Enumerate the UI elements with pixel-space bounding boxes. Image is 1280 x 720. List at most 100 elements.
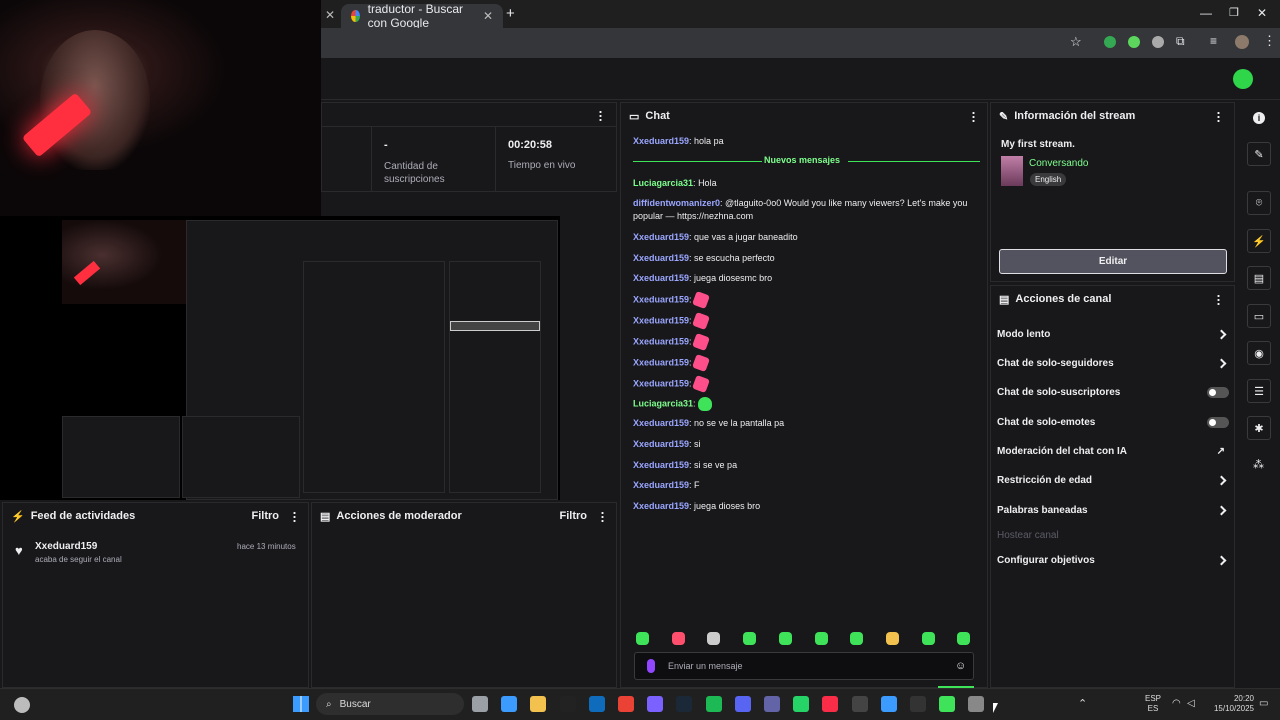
browser-icon[interactable] bbox=[880, 696, 897, 712]
close-window-icon[interactable]: ✕ bbox=[1257, 6, 1267, 20]
emote-icon[interactable] bbox=[921, 632, 935, 645]
feed-filter-button[interactable]: Filtro bbox=[252, 510, 280, 522]
emote-icon[interactable] bbox=[707, 632, 721, 645]
chat-menu-icon[interactable] bbox=[972, 110, 975, 122]
heart-emote-icon[interactable] bbox=[692, 312, 711, 330]
outlook-icon[interactable] bbox=[588, 696, 605, 712]
add-action-icon[interactable]: ⁂ bbox=[1253, 458, 1264, 471]
new-tab-button[interactable]: + bbox=[506, 5, 515, 22]
media-control-icon[interactable]: ≡ bbox=[1210, 34, 1217, 48]
wifi-icon[interactable]: ◠ bbox=[1172, 698, 1181, 709]
stream-category[interactable]: Conversando bbox=[1029, 158, 1088, 169]
chat-username[interactable]: Luciagarcia31 bbox=[633, 398, 693, 408]
microphone-icon[interactable] bbox=[647, 659, 655, 673]
steam-icon[interactable] bbox=[676, 696, 693, 712]
chat-username[interactable]: Xxeduard159 bbox=[633, 501, 689, 511]
music-icon[interactable] bbox=[822, 696, 839, 712]
teams-icon[interactable] bbox=[764, 696, 780, 712]
user-avatar[interactable] bbox=[1233, 69, 1253, 89]
channel-action-item[interactable]: Chat de solo-seguidores bbox=[997, 353, 1229, 373]
close-tab-icon[interactable]: ✕ bbox=[483, 9, 493, 23]
profile-avatar[interactable] bbox=[1235, 35, 1249, 49]
clip-quick-action[interactable]: ⌾ bbox=[1247, 191, 1271, 215]
channel-action-item[interactable]: Modo lento bbox=[997, 324, 1229, 344]
extensions-puzzle-icon[interactable]: ⧉ bbox=[1176, 34, 1185, 49]
chrome-icon[interactable] bbox=[618, 696, 634, 712]
toggle-switch[interactable] bbox=[1207, 416, 1229, 428]
chat-quick-action[interactable]: ▭ bbox=[1247, 304, 1271, 328]
channel-action-item[interactable]: Restricción de edad bbox=[997, 470, 1229, 490]
heart-emote-icon[interactable] bbox=[692, 375, 711, 393]
epic-games-icon[interactable] bbox=[559, 696, 576, 712]
emote-icon[interactable] bbox=[778, 632, 792, 645]
circle-extension-icon[interactable] bbox=[1152, 36, 1164, 48]
file-explorer-icon[interactable] bbox=[472, 696, 488, 712]
slime-emote-icon[interactable] bbox=[698, 397, 713, 411]
notes-quick-action[interactable]: ▤ bbox=[1247, 266, 1271, 290]
chat-username[interactable]: Xxeduard159 bbox=[633, 378, 689, 388]
broadcast-quick-action[interactable]: ◉ bbox=[1247, 341, 1271, 365]
chat-username[interactable]: Xxeduard159 bbox=[633, 357, 689, 367]
green-extension-icon[interactable] bbox=[1128, 36, 1140, 48]
emote-icon[interactable] bbox=[957, 632, 971, 645]
channel-action-item[interactable]: Chat de solo-suscriptores bbox=[997, 382, 1229, 402]
chat-username[interactable]: Xxeduard159 bbox=[633, 136, 689, 146]
chat-username[interactable]: Xxeduard159 bbox=[633, 480, 689, 490]
heart-emote-icon[interactable] bbox=[692, 333, 711, 351]
mod-menu-icon[interactable] bbox=[601, 510, 604, 522]
minimize-icon[interactable]: — bbox=[1200, 6, 1212, 20]
obs-icon[interactable] bbox=[851, 696, 868, 712]
emote-icon[interactable] bbox=[743, 632, 757, 645]
browser-tab[interactable]: traductor - Buscar con Google ✕ bbox=[341, 2, 503, 30]
volume-icon[interactable]: ◁ bbox=[1187, 698, 1195, 709]
emote-icon[interactable] bbox=[885, 632, 899, 645]
emote-icon[interactable] bbox=[671, 632, 685, 645]
language-indicator[interactable]: ESP ES bbox=[1145, 694, 1161, 714]
emote-icon[interactable] bbox=[636, 632, 649, 645]
taskbar-search[interactable]: ⌕ Buscar bbox=[316, 693, 464, 715]
chat-username[interactable]: Xxeduard159 bbox=[633, 253, 689, 263]
stream-info-menu-icon[interactable] bbox=[1217, 110, 1220, 122]
clock[interactable]: 20:20 15/10/2025 bbox=[1208, 694, 1254, 714]
channel-actions-menu-icon[interactable] bbox=[1217, 293, 1220, 305]
boost-quick-action[interactable]: ⚡ bbox=[1247, 229, 1271, 253]
whatsapp-icon[interactable] bbox=[793, 696, 810, 712]
chat-username[interactable]: diffidentwomanizer0 bbox=[633, 198, 720, 208]
terminal-icon[interactable] bbox=[910, 696, 926, 712]
chat-username[interactable]: Xxeduard159 bbox=[633, 336, 689, 346]
mod-filter-button[interactable]: Filtro bbox=[560, 510, 588, 522]
chat-username[interactable]: Xxeduard159 bbox=[633, 232, 689, 242]
info-icon[interactable]: i bbox=[1253, 112, 1265, 124]
layout-quick-action[interactable]: ☰ bbox=[1247, 379, 1271, 403]
stream-tag[interactable]: English bbox=[1030, 173, 1067, 186]
maximize-icon[interactable]: ❐ bbox=[1229, 6, 1239, 19]
browser-menu-icon[interactable]: ⋮ bbox=[1263, 33, 1276, 49]
channel-action-item[interactable]: Palabras baneadas bbox=[997, 500, 1229, 520]
notifications-icon[interactable]: ▭ bbox=[1259, 698, 1268, 709]
emoji-icon[interactable]: ☺ bbox=[955, 660, 966, 672]
folder-icon[interactable] bbox=[530, 696, 547, 712]
chat-username[interactable]: Luciagarcia31 bbox=[633, 178, 693, 188]
store-icon[interactable] bbox=[501, 696, 518, 712]
discord-icon[interactable] bbox=[734, 696, 751, 712]
tools-quick-action[interactable]: ✱ bbox=[1247, 416, 1271, 440]
chat-username[interactable]: Xxeduard159 bbox=[633, 273, 689, 283]
chat-username[interactable]: Xxeduard159 bbox=[633, 315, 689, 325]
windows-start-icon[interactable] bbox=[293, 696, 309, 712]
channel-action-item[interactable]: Moderación del chat con IA ↗ bbox=[997, 441, 1229, 461]
stats-menu-icon[interactable] bbox=[599, 110, 602, 121]
chat-username[interactable]: Xxeduard159 bbox=[633, 418, 689, 428]
heart-emote-icon[interactable] bbox=[692, 291, 711, 309]
app-icon[interactable] bbox=[647, 696, 664, 712]
chat-username[interactable]: Xxeduard159 bbox=[633, 460, 689, 470]
edit-button[interactable]: Editar bbox=[999, 249, 1227, 274]
toggle-switch[interactable] bbox=[1207, 386, 1229, 398]
close-tab-icon[interactable]: ✕ bbox=[325, 8, 335, 22]
chevron-up-icon[interactable]: ⌃ bbox=[1078, 697, 1087, 710]
chat-input[interactable]: Enviar un mensaje ☺ bbox=[634, 652, 974, 680]
edit-quick-action[interactable]: ✎ bbox=[1247, 142, 1271, 166]
bookmark-star-icon[interactable]: ☆ bbox=[1070, 34, 1082, 50]
channel-action-item[interactable]: Configurar objetivos bbox=[997, 550, 1229, 570]
streamlabs-icon[interactable] bbox=[939, 696, 956, 712]
chat-username[interactable]: Xxeduard159 bbox=[633, 294, 689, 304]
